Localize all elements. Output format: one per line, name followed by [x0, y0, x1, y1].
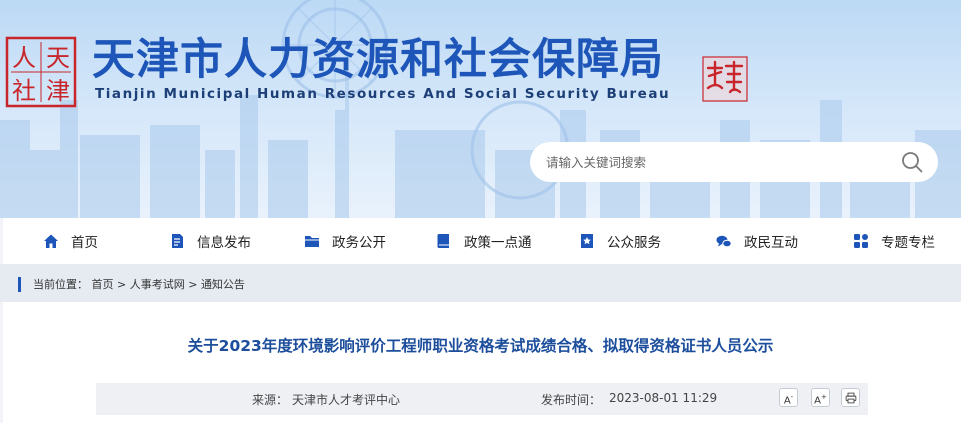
tianjin-hrss-logo: 人 天 社 津 — [5, 36, 77, 108]
source-value: 天津市人才考评中心 — [292, 393, 401, 407]
breadcrumb-separator: > — [188, 278, 201, 291]
article-title: 关于2023年度环境影响评价工程师职业资格考试成绩合格、拟取得资格证书人员公示 — [187, 337, 774, 355]
breadcrumb-link-home[interactable]: 首页 — [92, 278, 114, 291]
nav-label: 专题专栏 — [881, 235, 935, 251]
search-input[interactable] — [546, 142, 886, 182]
search-box — [530, 142, 938, 182]
print-button[interactable] — [841, 388, 860, 407]
logo-char-jin: 津 — [46, 77, 70, 105]
nav-item-gov-affairs[interactable]: 政务公开 — [304, 218, 386, 264]
document-icon — [172, 234, 183, 248]
nav-item-interaction[interactable]: 政民互动 — [716, 218, 798, 264]
logo-char-tian: 天 — [46, 44, 70, 72]
font-increase-button[interactable]: A+ — [811, 388, 830, 407]
article-meta-bar — [96, 383, 868, 415]
breadcrumb-link-exam[interactable]: 人事考试网 — [130, 278, 185, 291]
site-title: 天津市人力资源和社会保障局 — [92, 35, 664, 85]
source-label: 来源： — [252, 393, 289, 407]
city-skyline-illustration — [0, 0, 961, 218]
star-bookmark-icon — [581, 234, 593, 248]
breadcrumb: 当前位置： 首页 > 人事考试网 > 通知公告 — [33, 276, 245, 293]
nav-label: 政民互动 — [744, 235, 798, 251]
nav-item-policy[interactable]: 政策一点通 — [436, 218, 532, 264]
breadcrumb-link-notice[interactable]: 通知公告 — [201, 278, 245, 291]
breadcrumb-marker — [18, 277, 21, 292]
font-increase-label: A — [814, 395, 821, 407]
chat-bubbles-icon — [716, 235, 732, 248]
logo-char-ren: 人 — [12, 44, 36, 72]
publish-time-label: 发布时间： — [541, 393, 602, 407]
home-icon — [44, 234, 58, 248]
folder-icon — [305, 236, 319, 247]
main-nav: 首页 信息发布 政务公开 政策一点通 公众服务 政民互动 专题专栏 — [3, 218, 961, 264]
book-icon — [437, 234, 449, 248]
font-decrease-button[interactable]: A- — [779, 388, 798, 407]
breadcrumb-prefix: 当前位置： — [33, 278, 88, 291]
nav-item-public-service[interactable]: 公众服务 — [579, 218, 661, 264]
header-banner: 人 天 社 津 天津市人力资源和社会保障局 Tianjin Municipal … — [0, 0, 961, 218]
nav-item-home[interactable]: 首页 — [43, 218, 98, 264]
grid-icon — [854, 234, 868, 248]
nav-item-special-topics[interactable]: 专题专栏 — [853, 218, 935, 264]
nav-item-info-release[interactable]: 信息发布 — [169, 218, 251, 264]
publish-time-value: 2023-08-01 11:29 — [609, 391, 718, 405]
nav-label: 政策一点通 — [464, 235, 532, 251]
logo-char-she: 社 — [12, 77, 36, 105]
tianjin-seal-emblem — [702, 56, 748, 102]
search-icon[interactable] — [900, 150, 924, 174]
site-subtitle: Tianjin Municipal Human Resources And So… — [95, 86, 671, 102]
nav-label: 首页 — [71, 235, 98, 251]
nav-label: 公众服务 — [607, 235, 661, 251]
font-decrease-label: A — [783, 395, 791, 407]
nav-label: 政务公开 — [332, 235, 386, 251]
nav-label: 信息发布 — [197, 235, 251, 251]
printer-icon — [845, 392, 856, 404]
breadcrumb-separator: > — [117, 278, 130, 291]
